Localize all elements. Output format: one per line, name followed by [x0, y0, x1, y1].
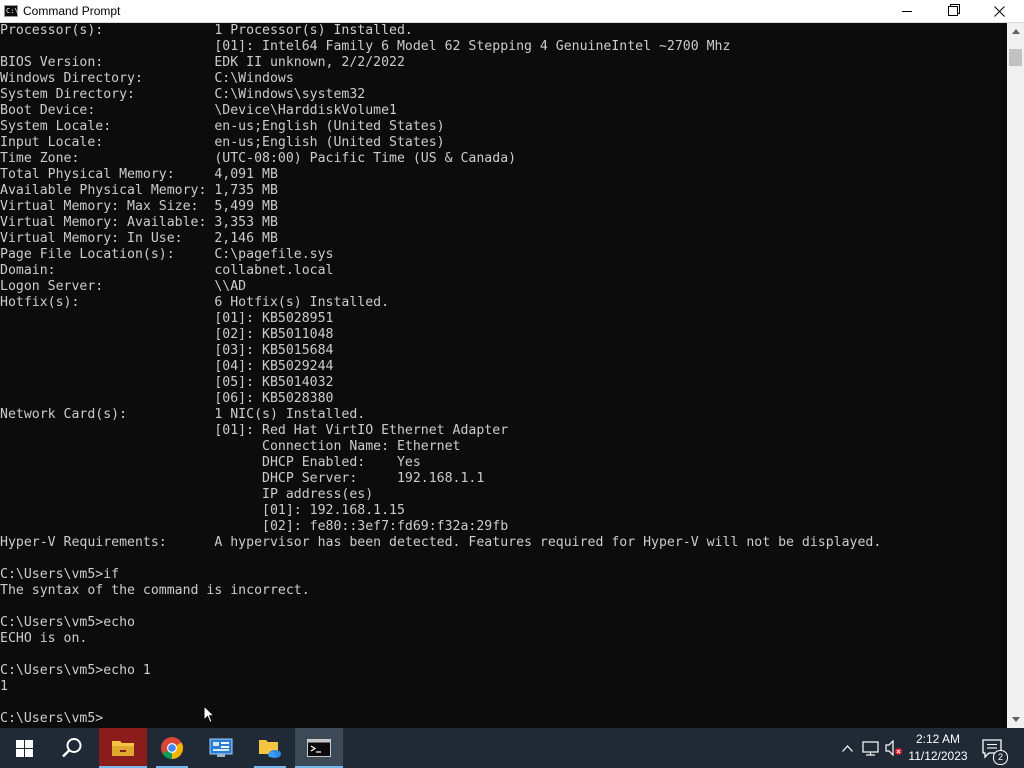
chevron-down-icon — [1011, 717, 1020, 722]
console-line: [05]: KB5014032 — [0, 375, 334, 390]
chevron-up-icon — [1011, 29, 1020, 34]
mouse-cursor-icon — [203, 705, 215, 724]
console-line: [01]: Red Hat VirtIO Ethernet Adapter — [0, 423, 509, 438]
console-line: Domain: collabnet.local — [0, 263, 334, 278]
console-output[interactable]: Processor(s): 1 Processor(s) Installed. … — [0, 23, 1007, 728]
control-panel-button[interactable] — [197, 728, 245, 768]
chrome-button[interactable] — [148, 728, 196, 768]
network-icon — [861, 740, 879, 756]
scroll-down-button[interactable] — [1007, 711, 1024, 728]
console-line: Virtual Memory: Max Size: 5,499 MB — [0, 199, 278, 214]
volume-muted-icon — [885, 740, 902, 756]
minimize-icon — [902, 10, 912, 12]
window-title: Command Prompt — [23, 4, 121, 18]
console-line: [02]: fe80::3ef7:fd69:f32a:29fb — [0, 519, 509, 534]
console-line: System Directory: C:\Windows\system32 — [0, 87, 366, 102]
console-line: The syntax of the command is incorrect. — [0, 583, 310, 598]
search-button[interactable] — [48, 728, 96, 768]
console-line: Page File Location(s): C:\pagefile.sys — [0, 247, 334, 262]
console-line: C:\Users\vm5> — [0, 711, 104, 726]
start-button[interactable] — [0, 728, 48, 768]
console-line: DHCP Server: 192.168.1.1 — [0, 471, 485, 486]
console-line: Input Locale: en-us;English (United Stat… — [0, 135, 445, 150]
console-line: C:\Users\vm5>echo 1 — [0, 663, 151, 678]
chevron-up-icon — [841, 744, 853, 752]
windows-logo-icon — [15, 739, 33, 757]
console-line: [01]: Intel64 Family 6 Model 62 Stepping… — [0, 39, 731, 54]
console-line: C:\Users\vm5>echo — [0, 615, 135, 630]
command-prompt-button[interactable] — [295, 728, 343, 768]
taskbar: 2:12 AM 11/12/2023 2 — [0, 728, 1024, 768]
console-line: System Locale: en-us;English (United Sta… — [0, 119, 445, 134]
console-line: [06]: KB5028380 — [0, 391, 334, 406]
maximize-button[interactable] — [930, 0, 976, 22]
console-line: ECHO is on. — [0, 631, 88, 646]
close-icon — [993, 5, 1005, 17]
onedrive-folder-button[interactable] — [246, 728, 294, 768]
show-hidden-icons-button[interactable] — [838, 728, 856, 768]
console-line: 1 — [0, 679, 8, 694]
console-line: Hyper-V Requirements: A hypervisor has b… — [0, 535, 882, 550]
console-line: Hotfix(s): 6 Hotfix(s) Installed. — [0, 295, 390, 310]
console-line: C:\Users\vm5>if — [0, 567, 120, 582]
file-explorer-button[interactable] — [99, 728, 147, 768]
console-line: Virtual Memory: In Use: 2,146 MB — [0, 231, 278, 246]
clock-time: 2:12 AM — [915, 732, 961, 746]
console-line: Logon Server: \\AD — [0, 279, 247, 294]
console-line: Boot Device: \Device\HarddiskVolume1 — [0, 103, 397, 118]
network-button[interactable] — [860, 728, 880, 768]
volume-button[interactable] — [884, 728, 904, 768]
console-line: IP address(es) — [0, 487, 374, 502]
console-line: Network Card(s): 1 NIC(s) Installed. — [0, 407, 366, 422]
console-line: [01]: KB5028951 — [0, 311, 334, 326]
console-line: Available Physical Memory: 1,735 MB — [0, 183, 278, 198]
console-line: [02]: KB5011048 — [0, 327, 334, 342]
console-line: Time Zone: (UTC-08:00) Pacific Time (US … — [0, 151, 517, 166]
chrome-icon — [161, 737, 183, 759]
cmd-app-icon: C:\ — [4, 5, 19, 17]
console-line: Processor(s): 1 Processor(s) Installed. — [0, 23, 413, 38]
console-line: Connection Name: Ethernet — [0, 439, 461, 454]
console-line: Total Physical Memory: 4,091 MB — [0, 167, 278, 182]
scroll-up-button[interactable] — [1007, 23, 1024, 40]
console-line: [03]: KB5015684 — [0, 343, 334, 358]
minimize-button[interactable] — [884, 0, 930, 22]
close-button[interactable] — [976, 0, 1022, 22]
notification-count-badge: 2 — [993, 750, 1008, 765]
cmd-icon — [307, 739, 331, 757]
scroll-thumb[interactable] — [1009, 49, 1022, 66]
maximize-icon — [948, 6, 958, 16]
folder-icon — [112, 741, 134, 756]
console-line: BIOS Version: EDK II unknown, 2/2/2022 — [0, 55, 405, 70]
folder-cloud-icon — [259, 740, 281, 758]
console-line: [04]: KB5029244 — [0, 359, 334, 374]
console-line: DHCP Enabled: Yes — [0, 455, 421, 470]
console-line: Windows Directory: C:\Windows — [0, 71, 294, 86]
control-panel-icon — [209, 738, 233, 757]
search-icon — [62, 738, 82, 758]
clock[interactable]: 2:12 AM 11/12/2023 — [905, 731, 971, 765]
console-line: Virtual Memory: Available: 3,353 MB — [0, 215, 278, 230]
vertical-scrollbar[interactable] — [1007, 23, 1024, 728]
console-line: [01]: 192.168.1.15 — [0, 503, 405, 518]
clock-date: 11/12/2023 — [908, 749, 968, 763]
console-text: Processor(s): 1 Processor(s) Installed. … — [0, 23, 1007, 727]
title-bar: C:\ Command Prompt — [0, 0, 1024, 23]
